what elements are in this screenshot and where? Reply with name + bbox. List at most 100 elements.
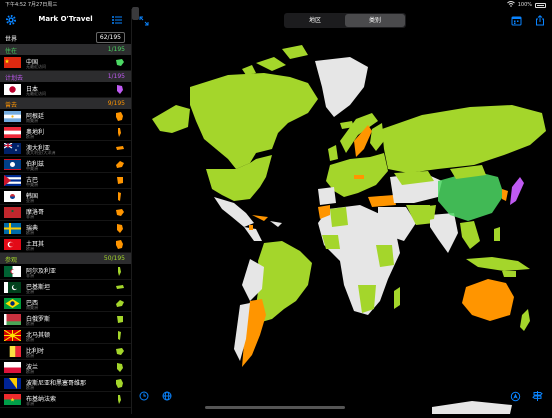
section-name: 曾去	[5, 102, 18, 109]
country-subtitle: 澳大利亚/大洋洲	[26, 150, 56, 155]
world-map-area[interactable]: 地区 类别	[132, 9, 552, 414]
country-row[interactable]: 日本 无最近访问	[0, 82, 131, 98]
battery-icon	[535, 2, 546, 8]
home-indicator	[205, 406, 345, 409]
calendar-icon[interactable]	[511, 15, 522, 26]
india-shape	[430, 213, 458, 253]
country-shape-icon	[118, 331, 121, 340]
country-shape-icon	[118, 192, 121, 201]
country-row[interactable]: 波斯尼亚和黑塞哥维那 欧洲	[0, 376, 131, 392]
filter-list-icon[interactable]	[111, 14, 123, 26]
flag-icon	[4, 84, 21, 95]
country-name: 波斯尼亚和黑塞哥维那	[26, 380, 87, 387]
world-map[interactable]	[132, 9, 552, 414]
section-header[interactable]: 计划去 1/195	[0, 71, 131, 82]
new-zealand-shape	[520, 309, 530, 331]
flag-icon	[4, 298, 21, 309]
country-subtitle: 中美洲	[26, 182, 38, 187]
country-shape-icon	[117, 85, 123, 94]
country-row[interactable]: 阿尔及利亚 非洲	[0, 264, 131, 280]
signpost-icon[interactable]	[532, 390, 543, 402]
china-shape	[438, 171, 504, 221]
japan-shape	[510, 177, 524, 205]
country-row[interactable]: 土耳其 欧洲	[0, 237, 131, 253]
country-row[interactable]: 摩洛哥 非洲	[0, 205, 131, 221]
country-subtitle: 南美洲	[26, 305, 38, 310]
madagascar-shape	[394, 287, 400, 309]
country-shape-icon	[116, 209, 124, 216]
country-shape-icon	[116, 240, 123, 249]
country-subtitle: 欧洲	[26, 385, 34, 390]
country-row[interactable]: 古巴 中美洲	[0, 173, 131, 189]
png-shape	[502, 271, 516, 277]
flag-icon	[4, 239, 21, 250]
status-time-date: 下午4:52 7月27日周三	[5, 2, 58, 8]
country-subtitle: 欧洲	[26, 369, 34, 374]
country-subtitle: 非洲	[26, 214, 34, 219]
country-row[interactable]: 波兰 欧洲	[0, 360, 131, 376]
country-row[interactable]: 瑞典 欧洲	[0, 221, 131, 237]
country-shape-icon	[118, 128, 121, 137]
flag-icon	[4, 266, 21, 277]
section-header[interactable]: 曾去 9/195	[0, 98, 131, 109]
flag-icon	[4, 394, 21, 405]
algeria-shape	[330, 207, 348, 227]
russia-shape	[382, 105, 546, 173]
country-shape-icon	[117, 363, 123, 372]
country-row[interactable]: 韩国 亚洲	[0, 189, 131, 205]
country-subtitle: 无最近访问	[26, 64, 46, 69]
share-icon[interactable]	[535, 15, 545, 26]
country-subtitle: 亚洲	[26, 289, 34, 294]
country-row[interactable]: 比利时 欧洲	[0, 344, 131, 360]
section-header[interactable]: 住在 1/195	[0, 44, 131, 55]
country-row[interactable]: 巴西 南美洲	[0, 296, 131, 312]
world-label: 世界	[5, 36, 18, 43]
country-row[interactable]: 伯利兹 中美洲	[0, 157, 131, 173]
turkey-shape	[368, 195, 396, 207]
mexico-shape	[214, 197, 254, 227]
world-summary[interactable]: 世界 62/195	[0, 31, 131, 44]
country-row[interactable]: 北马其顿 欧洲	[0, 328, 131, 344]
antarctica-shape	[432, 401, 512, 414]
locate-icon[interactable]	[510, 391, 521, 402]
globe-icon[interactable]	[162, 391, 172, 401]
flag-icon	[4, 127, 21, 138]
segment-region[interactable]: 地区	[285, 14, 345, 27]
uk-shape	[328, 145, 338, 161]
expand-icon[interactable]	[139, 16, 149, 26]
flag-icon	[4, 111, 21, 122]
section-count: 1/195	[107, 46, 125, 53]
country-row[interactable]: 中国 无最近访问	[0, 55, 131, 71]
belize-shape	[249, 225, 253, 230]
country-row[interactable]: 布基纳法索 非洲	[0, 392, 131, 408]
indonesia-shape	[466, 257, 530, 271]
country-row[interactable]: 巴基斯坦 亚洲	[0, 280, 131, 296]
section-name: 计划去	[5, 75, 24, 82]
country-shape-icon	[116, 285, 124, 289]
iberia-shape	[318, 187, 336, 205]
sidebar-header: Mark O'Travel	[0, 9, 131, 31]
flag-icon	[4, 314, 21, 325]
section-header[interactable]: 参观 50/195	[0, 253, 131, 264]
flag-icon	[4, 223, 21, 234]
north-america-shape	[190, 73, 318, 169]
country-subtitle: 无最近访问	[26, 91, 46, 96]
view-segmented-control[interactable]: 地区 类别	[284, 13, 406, 28]
country-shape-icon	[117, 177, 123, 184]
country-row[interactable]: 白俄罗斯 欧洲	[0, 312, 131, 328]
cuba-shape	[252, 215, 268, 221]
country-subtitle: 欧洲	[26, 353, 34, 358]
section-count: 9/195	[107, 100, 125, 107]
country-shape-icon	[116, 112, 123, 121]
flag-icon	[4, 207, 21, 218]
segment-category[interactable]: 类别	[345, 14, 405, 27]
country-shape-icon	[116, 59, 124, 66]
flag-icon	[4, 159, 21, 170]
flag-icon	[4, 282, 21, 293]
clock-icon[interactable]	[139, 391, 149, 401]
country-row[interactable]: 阿根廷 南美洲	[0, 109, 131, 125]
philippines-shape	[494, 227, 500, 241]
flag-icon	[4, 330, 21, 341]
country-row[interactable]: 澳大利亚 澳大利亚/大洋洲	[0, 141, 131, 157]
country-row[interactable]: 奥地利 欧洲	[0, 125, 131, 141]
